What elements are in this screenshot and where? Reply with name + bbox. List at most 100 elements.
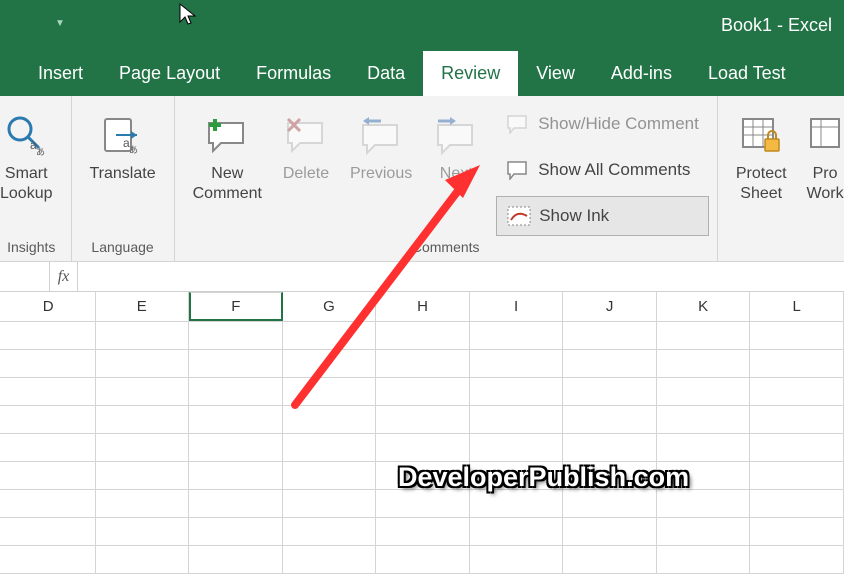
col-header-e[interactable]: E: [96, 292, 190, 321]
col-header-l[interactable]: L: [750, 292, 844, 321]
cell[interactable]: [96, 406, 190, 433]
cell[interactable]: [2, 462, 96, 489]
cell[interactable]: [470, 434, 564, 461]
cell[interactable]: [283, 462, 377, 489]
cell[interactable]: [376, 378, 470, 405]
cell[interactable]: [750, 322, 844, 349]
cell[interactable]: [470, 490, 564, 517]
cell[interactable]: [470, 378, 564, 405]
protect-workbook-button[interactable]: Pro Work: [797, 102, 844, 204]
cell[interactable]: [189, 462, 283, 489]
cell[interactable]: [750, 378, 844, 405]
worksheet-grid[interactable]: D E F G H I J K L: [0, 292, 844, 574]
cell[interactable]: [563, 322, 657, 349]
cell[interactable]: [657, 350, 751, 377]
cell[interactable]: [189, 378, 283, 405]
cell[interactable]: [189, 546, 283, 573]
cell[interactable]: [96, 350, 190, 377]
tab-page-layout[interactable]: Page Layout: [101, 51, 238, 96]
cell[interactable]: [563, 406, 657, 433]
cell[interactable]: [376, 406, 470, 433]
cell[interactable]: [2, 322, 96, 349]
cell[interactable]: [283, 546, 377, 573]
cell[interactable]: [470, 462, 564, 489]
cell[interactable]: [376, 490, 470, 517]
cell[interactable]: [657, 406, 751, 433]
cell[interactable]: [657, 490, 751, 517]
tab-load-test[interactable]: Load Test: [690, 51, 804, 96]
cell[interactable]: [470, 518, 564, 545]
protect-sheet-button[interactable]: Protect Sheet: [726, 102, 797, 204]
cell[interactable]: [96, 322, 190, 349]
cell[interactable]: [2, 378, 96, 405]
cell[interactable]: [376, 322, 470, 349]
smart-lookup-button[interactable]: a あ Smart Lookup: [0, 102, 63, 204]
cell[interactable]: [2, 350, 96, 377]
cell[interactable]: [189, 406, 283, 433]
cell[interactable]: [376, 518, 470, 545]
tab-review[interactable]: Review: [423, 51, 518, 96]
cell[interactable]: [283, 378, 377, 405]
translate-button[interactable]: a あ Translate: [80, 102, 166, 184]
col-header-i[interactable]: I: [470, 292, 564, 321]
cell[interactable]: [283, 434, 377, 461]
cell[interactable]: [283, 322, 377, 349]
cell[interactable]: [750, 518, 844, 545]
cell[interactable]: [96, 462, 190, 489]
fx-button[interactable]: fx: [50, 262, 78, 291]
col-header-g[interactable]: G: [283, 292, 377, 321]
cell[interactable]: [2, 434, 96, 461]
cell[interactable]: [96, 518, 190, 545]
cell[interactable]: [657, 322, 751, 349]
col-header-k[interactable]: K: [657, 292, 751, 321]
cell[interactable]: [750, 406, 844, 433]
cell[interactable]: [657, 378, 751, 405]
cell[interactable]: [283, 406, 377, 433]
cell[interactable]: [657, 518, 751, 545]
cell[interactable]: [283, 518, 377, 545]
cell[interactable]: [470, 406, 564, 433]
col-header-j[interactable]: J: [563, 292, 657, 321]
cell[interactable]: [563, 518, 657, 545]
cell[interactable]: [470, 350, 564, 377]
cell[interactable]: [750, 490, 844, 517]
cell[interactable]: [96, 434, 190, 461]
tab-insert[interactable]: Insert: [20, 51, 101, 96]
cell[interactable]: [470, 322, 564, 349]
cell[interactable]: [563, 350, 657, 377]
cell[interactable]: [189, 490, 283, 517]
cell[interactable]: [2, 546, 96, 573]
cell[interactable]: [470, 546, 564, 573]
cell[interactable]: [376, 546, 470, 573]
cell[interactable]: [283, 490, 377, 517]
cell[interactable]: [563, 462, 657, 489]
cell[interactable]: [96, 378, 190, 405]
cell[interactable]: [750, 434, 844, 461]
cell[interactable]: [657, 546, 751, 573]
cell[interactable]: [96, 490, 190, 517]
cell[interactable]: [283, 350, 377, 377]
col-header-f[interactable]: F: [189, 292, 283, 321]
show-all-comments-button[interactable]: Show All Comments: [496, 150, 709, 190]
cell[interactable]: [563, 490, 657, 517]
cell[interactable]: [563, 546, 657, 573]
tab-addins[interactable]: Add-ins: [593, 51, 690, 96]
cell[interactable]: [189, 350, 283, 377]
cell[interactable]: [189, 322, 283, 349]
cell[interactable]: [2, 490, 96, 517]
cell[interactable]: [376, 462, 470, 489]
cell[interactable]: [657, 434, 751, 461]
show-ink-button[interactable]: Show Ink: [496, 196, 709, 236]
new-comment-button[interactable]: New Comment: [183, 102, 272, 204]
cell[interactable]: [189, 518, 283, 545]
cell[interactable]: [96, 546, 190, 573]
tab-data[interactable]: Data: [349, 51, 423, 96]
cell[interactable]: [657, 462, 751, 489]
col-header-h[interactable]: H: [376, 292, 470, 321]
formula-input[interactable]: [78, 262, 844, 291]
cell[interactable]: [376, 434, 470, 461]
col-header-d[interactable]: D: [2, 292, 96, 321]
tab-view[interactable]: View: [518, 51, 593, 96]
tab-formulas[interactable]: Formulas: [238, 51, 349, 96]
cell[interactable]: [750, 546, 844, 573]
